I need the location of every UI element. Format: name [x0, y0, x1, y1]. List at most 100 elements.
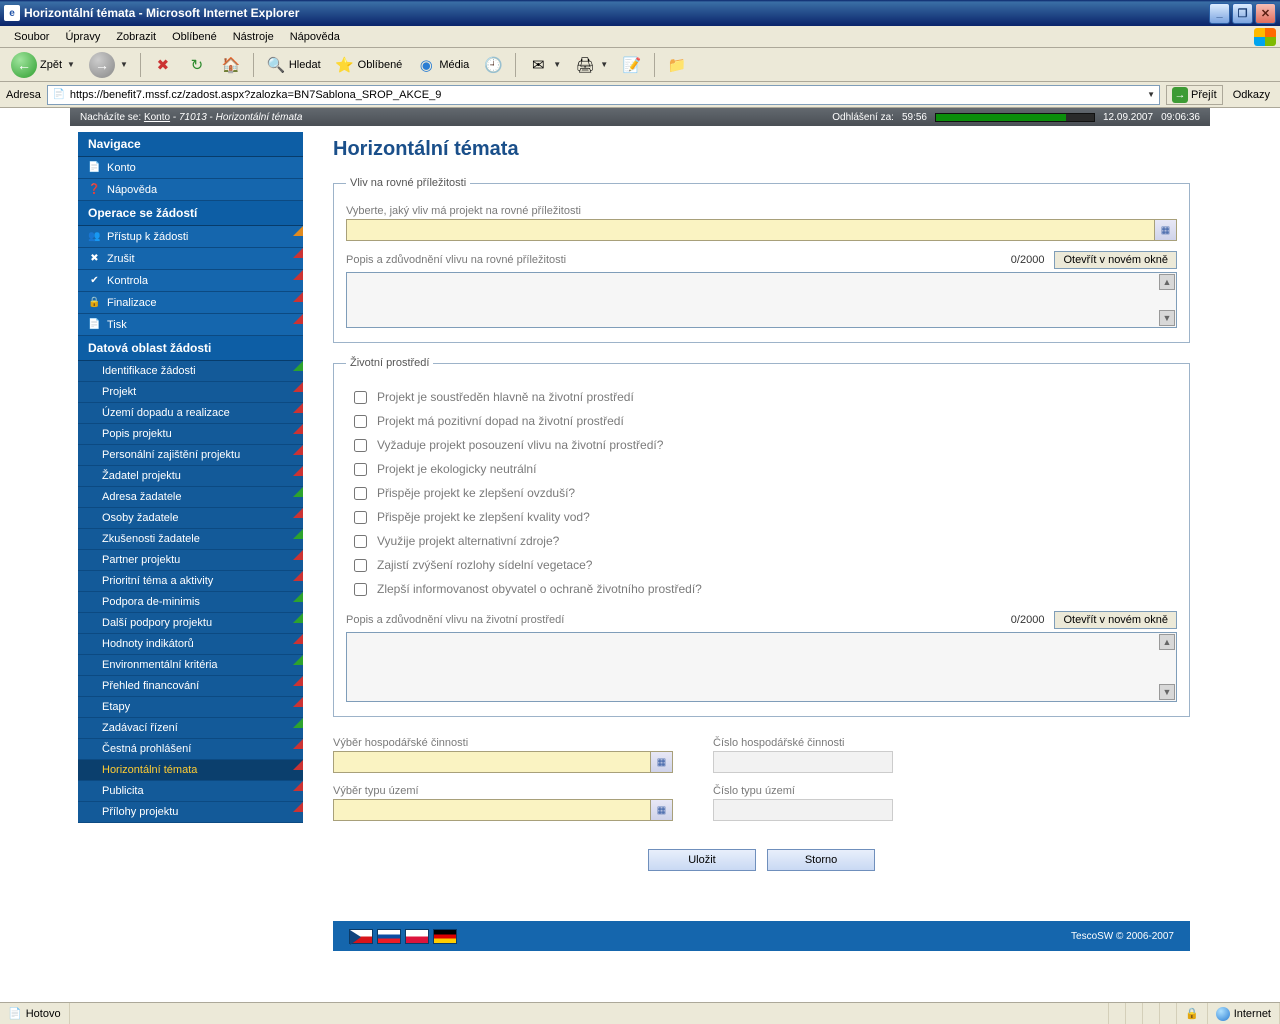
toolbar: ← Zpět▼ →▼ ✖ ↻ 🏠 🔍Hledat ⭐Oblíbené ◉Médi…: [0, 48, 1280, 82]
input-vyber-hc[interactable]: ▦: [333, 751, 673, 773]
breadcrumb-id: 71013: [179, 112, 207, 123]
env-checkbox[interactable]: [354, 535, 367, 548]
env-checkbox[interactable]: [354, 463, 367, 476]
picker-icon[interactable]: ▦: [1154, 220, 1176, 240]
address-input[interactable]: 📄 https://benefit7.mssf.cz/zadost.aspx?z…: [47, 85, 1160, 105]
sidebar-subitem-label: Popis projektu: [102, 428, 172, 440]
flag-pl-icon[interactable]: [405, 929, 429, 944]
scroll-down-icon[interactable]: ▼: [1159, 310, 1175, 326]
picker-icon[interactable]: ▦: [650, 800, 672, 820]
env-checkbox[interactable]: [354, 511, 367, 524]
sidebar-item[interactable]: 👥Přístup k žádosti: [78, 226, 303, 248]
menu-oblibene[interactable]: Oblíbené: [164, 29, 225, 45]
minimize-button[interactable]: _: [1209, 3, 1230, 24]
env-check-row: Využije projekt alternativní zdroje?: [346, 529, 1177, 553]
sidebar-subitem[interactable]: Území dopadu a realizace: [78, 403, 303, 424]
menu-nastroje[interactable]: Nástroje: [225, 29, 282, 45]
folder-button[interactable]: 📁: [662, 52, 692, 78]
env-check-row: Projekt má pozitivní dopad na životní pr…: [346, 409, 1177, 433]
sidebar-item[interactable]: 📄Tisk: [78, 314, 303, 336]
menu-soubor[interactable]: Soubor: [6, 29, 57, 45]
history-button[interactable]: 🕘: [478, 52, 508, 78]
address-dropdown-icon[interactable]: ▼: [1147, 90, 1155, 99]
input-vyber-typ[interactable]: ▦: [333, 799, 673, 821]
logout-progress: [935, 113, 1095, 122]
sidebar-subitem[interactable]: Identifikace žádosti: [78, 361, 303, 382]
search-button[interactable]: 🔍Hledat: [261, 52, 326, 78]
status-zone: Internet: [1208, 1003, 1280, 1024]
textarea-popis-rovne[interactable]: ▲ ▼: [346, 272, 1177, 328]
restore-button[interactable]: ❐: [1232, 3, 1253, 24]
sidebar-subitem[interactable]: Personální zajištění projektu: [78, 445, 303, 466]
breadcrumb-strip: Nacházíte se: Konto - 71013 - Horizontál…: [70, 108, 1210, 126]
forward-button[interactable]: →▼: [84, 49, 133, 81]
menu-upravy[interactable]: Úpravy: [57, 29, 108, 45]
back-button[interactable]: ← Zpět▼: [6, 49, 80, 81]
flag-de-icon[interactable]: [433, 929, 457, 944]
input-cislo-hc: [713, 751, 893, 773]
sidebar-subitem[interactable]: Etapy: [78, 697, 303, 718]
links-button[interactable]: Odkazy: [1229, 89, 1274, 101]
menu-napoveda[interactable]: Nápověda: [282, 29, 348, 45]
go-button[interactable]: → Přejít: [1166, 85, 1223, 105]
env-checkbox[interactable]: [354, 559, 367, 572]
sidebar-item[interactable]: ✔Kontrola: [78, 270, 303, 292]
close-button[interactable]: ✕: [1255, 3, 1276, 24]
sidebar-subitem[interactable]: Environmentální kritéria: [78, 655, 303, 676]
env-checkbox[interactable]: [354, 583, 367, 596]
sidebar-subitem[interactable]: Podpora de-minimis: [78, 592, 303, 613]
sidebar-subitem[interactable]: Přílohy projektu: [78, 802, 303, 823]
sidebar-subitem[interactable]: Hodnoty indikátorů: [78, 634, 303, 655]
sidebar-subitem[interactable]: Adresa žadatele: [78, 487, 303, 508]
sidebar-item[interactable]: ❓Nápověda: [78, 179, 303, 201]
refresh-button[interactable]: ↻: [182, 52, 212, 78]
sidebar-subitem[interactable]: Další podpory projektu: [78, 613, 303, 634]
scroll-up-icon[interactable]: ▲: [1159, 274, 1175, 290]
sidebar-subitem[interactable]: Prioritní téma a aktivity: [78, 571, 303, 592]
sidebar-item-label: Finalizace: [107, 297, 157, 309]
checklist-zp: Projekt je soustředěn hlavně na životní …: [346, 385, 1177, 601]
home-button[interactable]: 🏠: [216, 52, 246, 78]
save-button[interactable]: Uložit: [648, 849, 756, 871]
open-new-window-button-zp[interactable]: Otevřít v novém okně: [1054, 611, 1177, 629]
sidebar-item[interactable]: 📄Konto: [78, 157, 303, 179]
cancel-button[interactable]: Storno: [767, 849, 875, 871]
sidebar-subitem[interactable]: Horizontální témata: [78, 760, 303, 781]
sidebar-subitem[interactable]: Žadatel projektu: [78, 466, 303, 487]
env-checkbox[interactable]: [354, 415, 367, 428]
env-checkbox[interactable]: [354, 391, 367, 404]
legend-rovne: Vliv na rovné příležitosti: [346, 177, 470, 189]
env-checkbox[interactable]: [354, 487, 367, 500]
flag-cz-icon[interactable]: [349, 929, 373, 944]
sidebar-item[interactable]: 🔒Finalizace: [78, 292, 303, 314]
media-button[interactable]: ◉Média: [411, 52, 474, 78]
edit-button[interactable]: 📝: [617, 52, 647, 78]
sidebar-subitem[interactable]: Osoby žadatele: [78, 508, 303, 529]
stop-button[interactable]: ✖: [148, 52, 178, 78]
sidebar-subitem[interactable]: Partner projektu: [78, 550, 303, 571]
textarea-popis-zp[interactable]: ▲ ▼: [346, 632, 1177, 702]
sidebar-subitem[interactable]: Zadávací řízení: [78, 718, 303, 739]
open-new-window-button-rovne[interactable]: Otevřít v novém okně: [1054, 251, 1177, 269]
picker-icon[interactable]: ▦: [650, 752, 672, 772]
sidebar-subitem[interactable]: Přehled financování: [78, 676, 303, 697]
env-checkbox[interactable]: [354, 439, 367, 452]
favorites-button[interactable]: ⭐Oblíbené: [330, 52, 408, 78]
sidebar-subitem[interactable]: Zkušenosti žadatele: [78, 529, 303, 550]
sidebar-item[interactable]: ✖Zrušit: [78, 248, 303, 270]
menu-zobrazit[interactable]: Zobrazit: [108, 29, 164, 45]
sidebar-subitem[interactable]: Projekt: [78, 382, 303, 403]
flag-sk-icon[interactable]: [377, 929, 401, 944]
sidebar-subitem-label: Hodnoty indikátorů: [102, 638, 194, 650]
breadcrumb-konto[interactable]: Konto: [144, 112, 170, 123]
env-check-row: Zajistí zvýšení rozlohy sídelní vegetace…: [346, 553, 1177, 577]
sidebar-subitem[interactable]: Publicita: [78, 781, 303, 802]
input-vliv-rovne[interactable]: ▦: [346, 219, 1177, 241]
sidebar-subitem[interactable]: Popis projektu: [78, 424, 303, 445]
scroll-up-icon[interactable]: ▲: [1159, 634, 1175, 650]
mail-button[interactable]: ✉▼: [523, 52, 566, 78]
print-button[interactable]: 🖨▼: [570, 52, 613, 78]
label-popis-zp: Popis a zdůvodnění vlivu na životní pros…: [346, 614, 564, 626]
sidebar-subitem[interactable]: Čestná prohlášení: [78, 739, 303, 760]
scroll-down-icon[interactable]: ▼: [1159, 684, 1175, 700]
